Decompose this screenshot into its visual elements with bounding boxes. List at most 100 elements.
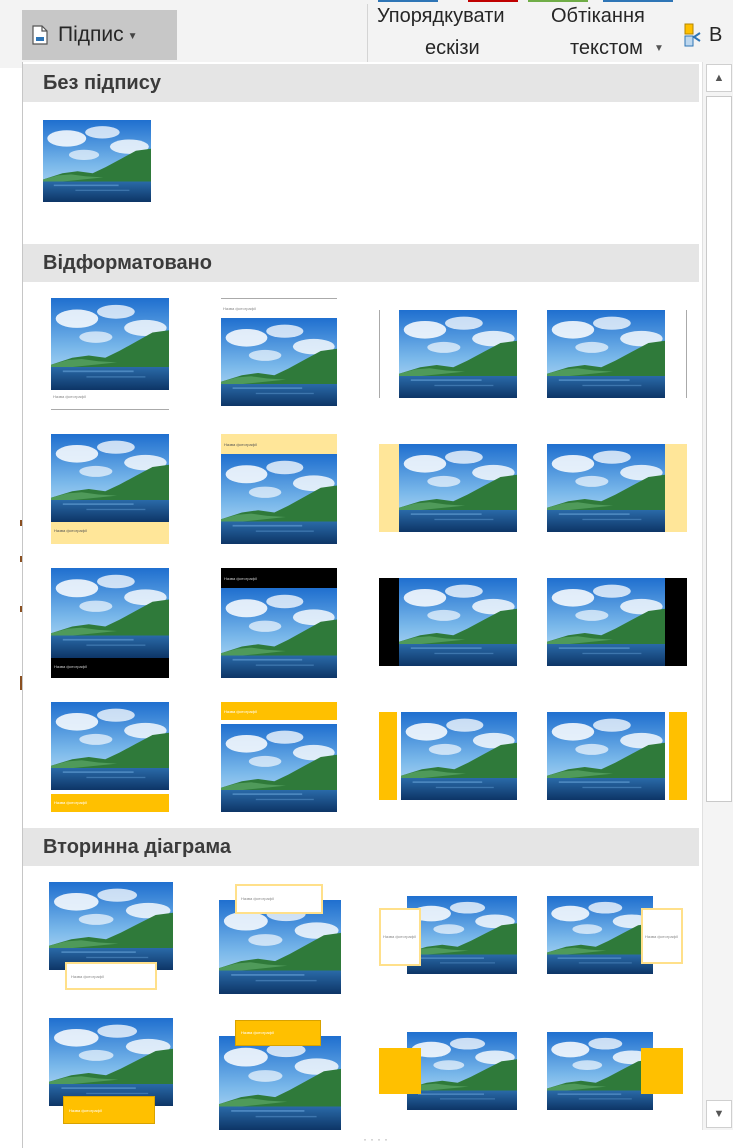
gallery-item-formatted-16[interactable]: [547, 712, 687, 800]
thumbnail-image: [221, 588, 337, 678]
ribbon-divider: [367, 4, 368, 66]
thumbnail-image: [547, 578, 665, 666]
gallery-item-secondary-6[interactable]: Назва фотографії: [219, 1018, 341, 1130]
section-no-caption-header: Без підпису: [23, 64, 699, 102]
section-title: Відформатовано: [43, 251, 212, 274]
thumbnail-image: [49, 882, 173, 970]
section-title: Без підпису: [43, 71, 161, 94]
caption-band: [379, 578, 399, 666]
gallery-item-no-caption[interactable]: [43, 120, 151, 202]
bring-forward-label: В: [709, 24, 723, 46]
thumbnail-caption: Назва фотографії: [241, 1030, 274, 1035]
arrange-thumbnails-button[interactable]: Упорядкувати ескізи: [372, 4, 542, 66]
strip-red: [468, 0, 518, 2]
scroll-up-arrow-icon[interactable]: ▲: [706, 64, 732, 92]
gallery-item-secondary-2[interactable]: Назва фотографії: [219, 882, 341, 994]
wrap-text-button[interactable]: Обтікання текстом ▼: [548, 4, 678, 66]
thumbnail-caption: Назва фотографії: [54, 664, 87, 669]
thumbnail-caption: Назва фотографії: [69, 1108, 102, 1113]
caption-divider: [51, 409, 169, 410]
caption-divider: [379, 310, 380, 398]
gallery-item-formatted-14[interactable]: Назва фотографії: [221, 702, 337, 812]
thumbnail-image: [547, 1032, 653, 1110]
strip-blue-2: [603, 0, 673, 2]
caption-band: [379, 444, 399, 532]
thumbnail-image: [547, 712, 665, 800]
wrap-label-line2: текстом: [570, 37, 643, 59]
thumbnail-caption: Назва фотографії: [54, 800, 87, 805]
caption-band: [669, 712, 687, 800]
section-title: Вторинна діаграма: [43, 835, 231, 858]
thumbnail-image: [399, 578, 517, 666]
thumbnail-image: [547, 444, 665, 532]
scroll-down-arrow-icon[interactable]: ▼: [706, 1100, 732, 1128]
thumbnail-caption: Назва фотографії: [645, 934, 678, 939]
thumbnail-image: [43, 120, 151, 202]
caption-button[interactable]: Підпис ▼: [22, 10, 177, 60]
section-formatted-header: Відформатовано: [23, 244, 699, 282]
caption-band: [51, 522, 169, 544]
thumbnail-image: [407, 896, 517, 974]
caption-band: [665, 444, 687, 532]
arrange-label-line1: Упорядкувати: [377, 5, 505, 27]
bring-forward-icon[interactable]: [684, 23, 704, 49]
gallery-item-formatted-5[interactable]: Назва фотографії: [51, 434, 169, 544]
gallery-scrollbar[interactable]: ▲ ▼: [702, 62, 733, 1130]
scrollbar-thumb[interactable]: [706, 96, 732, 802]
gallery-item-formatted-15[interactable]: [379, 712, 517, 800]
caption-box: [379, 1048, 421, 1094]
thumbnail-image: [221, 454, 337, 544]
thumbnail-image: [221, 318, 337, 406]
resize-grip-icon[interactable]: ····: [363, 1132, 391, 1146]
gallery-item-secondary-4[interactable]: Назва фотографії: [547, 896, 687, 976]
gallery-item-formatted-4[interactable]: [547, 310, 687, 398]
dropdown-arrow-icon: ▼: [654, 43, 664, 54]
thumbnail-image: [399, 444, 517, 532]
gallery-item-formatted-10[interactable]: Назва фотографії: [221, 568, 337, 678]
gallery-item-formatted-11[interactable]: [379, 578, 517, 666]
caption-gallery-dropdown: Без підпису Відформатовано Вторинна діаг…: [22, 62, 733, 1148]
thumbnail-image: [547, 310, 665, 398]
gallery-item-secondary-5[interactable]: Назва фотографії: [49, 1018, 173, 1130]
thumbnail-image: [51, 434, 169, 522]
gallery-item-formatted-12[interactable]: [547, 578, 687, 666]
thumbnail-image: [51, 702, 169, 790]
thumbnail-caption: Назва фотографії: [54, 528, 87, 533]
gallery-item-secondary-3[interactable]: Назва фотографії: [379, 896, 517, 976]
gallery-item-formatted-2[interactable]: Назва фотографії: [221, 298, 337, 406]
thumbnail-caption: Назва фотографії: [224, 442, 257, 447]
strip-blue: [378, 0, 438, 2]
gallery-item-formatted-3[interactable]: [379, 310, 517, 398]
thumbnail-caption: Назва фотографії: [53, 394, 86, 399]
thumbnail-caption: Назва фотографії: [241, 896, 274, 901]
section-secondary-diagram-header: Вторинна діаграма: [23, 828, 699, 866]
thumbnail-caption: Назва фотографії: [224, 709, 257, 714]
caption-divider: [221, 298, 337, 299]
color-strip: [378, 0, 673, 2]
thumbnail-image: [49, 1018, 173, 1106]
caption-divider: [686, 310, 687, 398]
thumbnail-image: [219, 1036, 341, 1130]
thumbnail-image: [399, 310, 517, 398]
thumbnail-image: [51, 568, 169, 658]
gallery-item-secondary-7[interactable]: [379, 1032, 517, 1112]
thumbnail-caption: Назва фотографії: [224, 576, 257, 581]
gallery-item-secondary-8[interactable]: [547, 1032, 687, 1112]
thumbnail-caption: Назва фотографії: [223, 306, 256, 311]
thumbnail-caption: Назва фотографії: [71, 974, 104, 979]
thumbnail-caption: Назва фотографії: [383, 934, 416, 939]
dropdown-arrow-icon: ▼: [127, 31, 138, 42]
thumbnail-image: [401, 712, 517, 800]
gallery-item-secondary-1[interactable]: Назва фотографії: [49, 882, 173, 996]
gallery-item-formatted-8[interactable]: [547, 444, 687, 532]
gallery-item-formatted-13[interactable]: Назва фотографії: [51, 702, 169, 812]
strip-green: [528, 0, 588, 2]
thumbnail-image: [221, 724, 337, 812]
gallery-item-formatted-6[interactable]: Назва фотографії: [221, 434, 337, 544]
gallery-item-formatted-7[interactable]: [379, 444, 517, 532]
caption-band: [665, 578, 687, 666]
gallery-item-formatted-1[interactable]: Назва фотографії: [51, 298, 169, 410]
thumbnail-image: [547, 896, 653, 974]
caption-box: [641, 1048, 683, 1094]
gallery-item-formatted-9[interactable]: Назва фотографії: [51, 568, 169, 678]
